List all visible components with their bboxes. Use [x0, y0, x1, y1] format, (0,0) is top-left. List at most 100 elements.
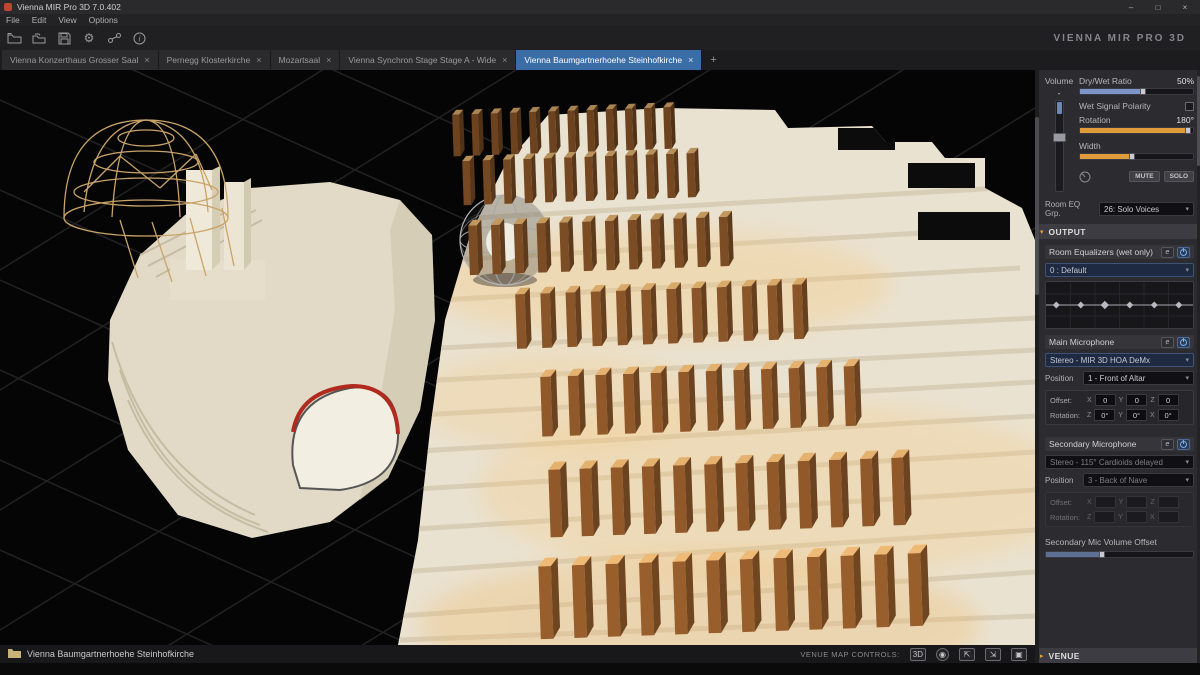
tab-venue-1[interactable]: Vienna Konzerthaus Grosser Saal ×: [2, 50, 159, 70]
control-panel: Volume - Dry/Wet Ratio 50%: [1035, 70, 1200, 663]
venue-folder-icon[interactable]: [8, 645, 21, 663]
secondary-mic-volume-offset-slider[interactable]: [1045, 551, 1194, 558]
tab-label: Vienna Baumgartnerhoehe Steinhofkirche: [524, 55, 682, 65]
orbit-view-button[interactable]: ◉: [936, 648, 949, 661]
settings-gear-icon[interactable]: ⚙: [81, 31, 97, 45]
tab-close-icon[interactable]: ×: [256, 55, 261, 65]
width-slider-knob[interactable]: [1129, 153, 1135, 160]
info-icon[interactable]: i: [131, 31, 147, 45]
open-folder-icon[interactable]: [6, 31, 22, 45]
secondary-mic-offset-y[interactable]: [1126, 496, 1147, 508]
secondary-mic-preset-dropdown[interactable]: Stereo - 115° Cardioids delayed ▾: [1045, 455, 1194, 469]
menu-edit[interactable]: Edit: [32, 15, 47, 25]
power-icon: [1180, 441, 1187, 448]
menu-options[interactable]: Options: [89, 15, 118, 25]
fit-view-button[interactable]: ▣: [1011, 648, 1027, 661]
secondary-mic-preset-value: Stereo - 115° Cardioids delayed: [1050, 458, 1163, 467]
secondary-mic-rotation-y[interactable]: [1126, 511, 1147, 523]
folder-icon[interactable]: [31, 31, 47, 45]
tab-label: Vienna Synchron Stage Stage A - Wide: [348, 55, 496, 65]
dry-wet-slider[interactable]: [1079, 88, 1194, 95]
rotation-slider[interactable]: [1079, 127, 1194, 134]
secondary-mic-edit-button[interactable]: e: [1161, 439, 1174, 450]
tab-close-icon[interactable]: ×: [144, 55, 149, 65]
eq-edit-button[interactable]: e: [1161, 247, 1174, 258]
secondary-mic-rotation-label: Rotation:: [1050, 513, 1084, 522]
channel-knob-icon[interactable]: [1079, 170, 1091, 182]
main-mic-rotation-x[interactable]: 0°: [1158, 409, 1179, 421]
minimize-button[interactable]: –: [1120, 3, 1142, 12]
main-mic-rotation-y[interactable]: 0°: [1126, 409, 1147, 421]
axis-label: Z: [1150, 499, 1154, 506]
tab-label: Vienna Konzerthaus Grosser Saal: [10, 55, 138, 65]
main-mic-offset-z[interactable]: 0: [1158, 394, 1179, 406]
statusbar-venue-name: Vienna Baumgartnerhoehe Steinhofkirche: [27, 649, 794, 659]
audio-routing-icon[interactable]: [106, 31, 122, 45]
output-section-header[interactable]: ▾ OUTPUT: [1035, 224, 1200, 239]
eq-power-button[interactable]: [1177, 247, 1190, 258]
window-title: Vienna MIR Pro 3D 7.0.402: [17, 2, 1115, 12]
volume-label: Volume: [1045, 76, 1073, 86]
tab-venue-4[interactable]: Vienna Synchron Stage Stage A - Wide ×: [340, 50, 516, 70]
main-mic-position-dropdown[interactable]: 1 - Front of Altar ▾: [1083, 371, 1194, 385]
add-tab-button[interactable]: +: [702, 50, 724, 70]
solo-button[interactable]: SOLO: [1164, 171, 1194, 182]
eq-curve-display[interactable]: [1045, 281, 1194, 329]
secondary-mic-position-dropdown[interactable]: 3 - Back of Nave ▾: [1083, 473, 1194, 487]
axis-label: Z: [1087, 412, 1091, 419]
main-mic-offset-x[interactable]: 0: [1095, 394, 1116, 406]
wet-polarity-checkbox[interactable]: [1185, 102, 1194, 111]
app-icon: [4, 3, 12, 11]
panel-scrollbar[interactable]: [1035, 70, 1039, 663]
width-slider[interactable]: [1079, 153, 1194, 160]
secondary-mic-transform-group: Offset: X Y Z Rotation: Z Y X: [1045, 492, 1194, 527]
axis-label: Y: [1119, 499, 1124, 506]
save-icon[interactable]: [56, 31, 72, 45]
tab-venue-2[interactable]: Pernegg Klosterkirche ×: [159, 50, 271, 70]
main-mic-edit-button[interactable]: e: [1161, 337, 1174, 348]
view-3d-toggle[interactable]: 3D: [910, 648, 926, 661]
venue-3d-viewport[interactable]: [0, 70, 1035, 645]
tab-venue-5-active[interactable]: Vienna Baumgartnerhoehe Steinhofkirche ×: [516, 50, 702, 70]
secondary-mic-power-button[interactable]: [1177, 439, 1190, 450]
axis-label: Z: [1150, 397, 1154, 404]
zoom-view-button[interactable]: ⇲: [985, 648, 1001, 661]
rotation-slider-knob[interactable]: [1185, 127, 1191, 134]
secondary-mic-volume-offset-knob[interactable]: [1099, 551, 1105, 558]
main-mic-header: Main Microphone e: [1045, 335, 1194, 349]
pan-view-button[interactable]: ⇱: [959, 648, 975, 661]
room-eq-grp-dropdown[interactable]: 26: Solo Voices ▾: [1099, 202, 1194, 216]
secondary-mic-rotation-x[interactable]: [1158, 511, 1179, 523]
mute-button[interactable]: MUTE: [1129, 171, 1159, 182]
tab-label: Pernegg Klosterkirche: [167, 55, 251, 65]
tab-venue-3[interactable]: Mozartsaal ×: [271, 50, 341, 70]
close-button[interactable]: ×: [1174, 3, 1196, 12]
main-mic-offset-y[interactable]: 0: [1126, 394, 1147, 406]
volume-fader-handle[interactable]: [1053, 133, 1066, 142]
secondary-mic-rotation-z[interactable]: [1094, 511, 1115, 523]
axis-label: X: [1087, 499, 1092, 506]
secondary-mic-offset-z[interactable]: [1158, 496, 1179, 508]
volume-fader[interactable]: [1055, 100, 1064, 192]
venue-section-header[interactable]: ▸ VENUE: [1035, 648, 1200, 663]
main-mic-preset-dropdown[interactable]: Stereo - MIR 3D HOA DeMx ▾: [1045, 353, 1194, 367]
venue-map-controls-label: VENUE MAP CONTROLS:: [800, 650, 899, 659]
secondary-mic-header: Secondary Microphone e: [1045, 437, 1194, 451]
dry-wet-slider-knob[interactable]: [1140, 88, 1146, 95]
room-equalizers-header: Room Equalizers (wet only) e: [1045, 245, 1194, 259]
tab-close-icon[interactable]: ×: [502, 55, 507, 65]
eq-preset-dropdown[interactable]: 0 : Default ▾: [1045, 263, 1194, 277]
menu-view[interactable]: View: [58, 15, 76, 25]
triangle-down-icon: ▾: [1040, 228, 1044, 236]
main-mic-label: Main Microphone: [1049, 337, 1158, 347]
axis-label: Z: [1087, 514, 1091, 521]
maximize-button[interactable]: □: [1147, 3, 1169, 12]
secondary-mic-offset-x[interactable]: [1095, 496, 1116, 508]
main-mic-power-button[interactable]: [1177, 337, 1190, 348]
tab-close-icon[interactable]: ×: [688, 55, 693, 65]
main-mic-rotation-z[interactable]: 0°: [1094, 409, 1115, 421]
tab-close-icon[interactable]: ×: [326, 55, 331, 65]
menu-file[interactable]: File: [6, 15, 20, 25]
status-bar: Vienna Baumgartnerhoehe Steinhofkirche V…: [0, 645, 1035, 663]
venue-header-label: VENUE: [1049, 651, 1080, 661]
